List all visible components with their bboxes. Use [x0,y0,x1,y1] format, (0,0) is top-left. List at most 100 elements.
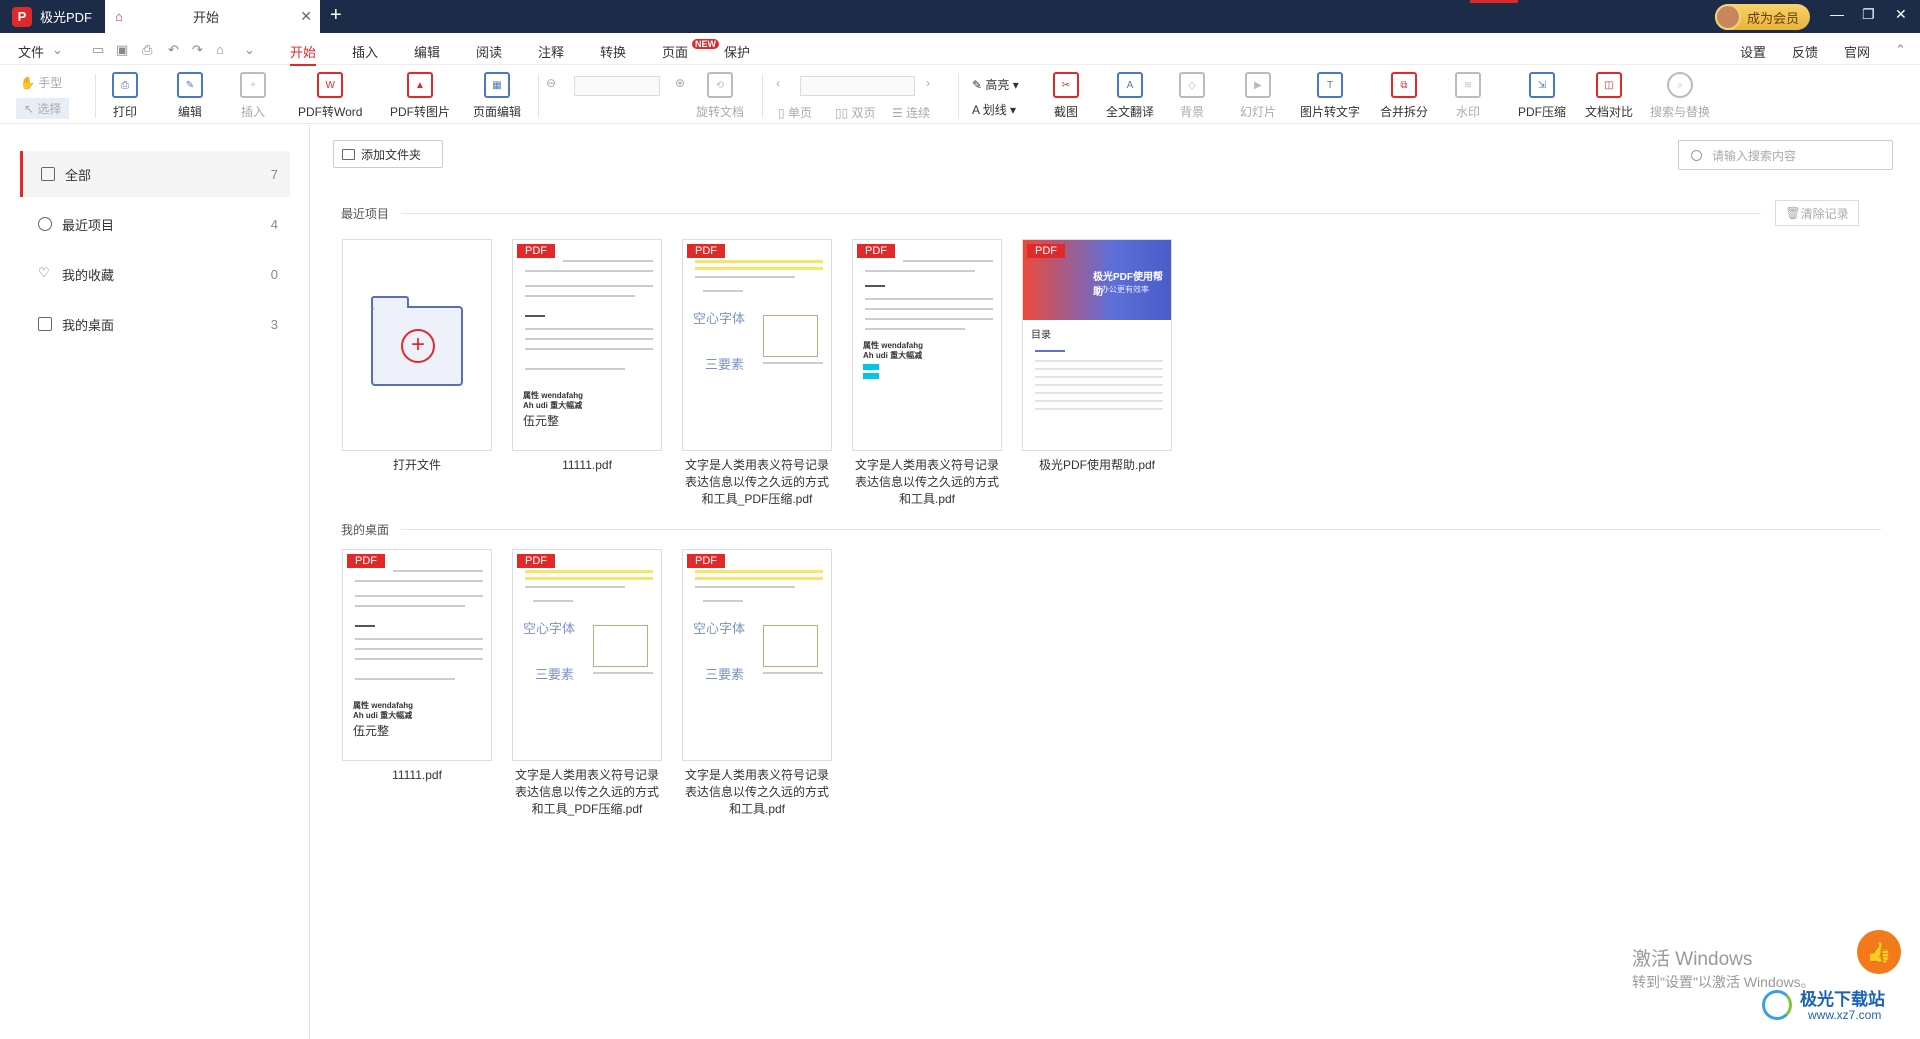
restore-button[interactable]: ❐ [1862,6,1875,23]
next-page-icon[interactable]: › [926,76,930,90]
undo-icon[interactable]: ↶ [168,42,179,58]
more-icon[interactable]: ⌄ [244,42,255,58]
menu-feedback[interactable]: 反馈 [1792,42,1818,61]
add-folder-button[interactable]: 添加文件夹 [333,140,443,168]
menu-file[interactable]: 文件 [18,42,44,61]
menu-tab-insert[interactable]: 插入 [352,42,378,61]
menu-tab-protect[interactable]: 保护 [724,42,750,61]
insert-button[interactable]: + 插入 [240,72,266,120]
home-icon[interactable]: ⌂ [115,9,131,24]
minimize-button[interactable]: — [1830,6,1844,22]
hand-tool[interactable]: ✋ 手型 [20,74,62,91]
thumb-text: 三要素 [535,667,575,682]
merge-split-label: 合并拆分 [1380,105,1429,119]
background-button[interactable]: ◇ 背景 [1179,72,1205,120]
search-input[interactable]: 请输入搜索内容 [1678,140,1893,170]
file-thumbnail: PDF 属性 wendafahg Ah udi 重大幅减 伍元整 [342,549,492,761]
home-quick-icon[interactable]: ⌂ [216,42,224,57]
add-folder-label: 添加文件夹 [361,147,422,162]
clear-history-label: 清除记录 [1800,206,1849,221]
menu-tab-edit[interactable]: 编辑 [414,42,440,61]
file-card[interactable]: PDF 属性 wendafahg Ah udi 重大幅减 伍元整 11111.p… [342,549,492,784]
watermark-button[interactable]: ≋ 水印 [1455,72,1481,120]
section-title-recent: 最近项目 [341,207,390,221]
pdf-tag: PDF [517,244,555,258]
strike-button[interactable]: A 划线 ▾ [972,101,1016,118]
divider [958,74,959,118]
zoom-input[interactable] [574,76,660,96]
sidebar-item-favorites[interactable]: ♡ 我的收藏 0 [20,251,290,297]
file-card[interactable]: PDF 极光PDF使用帮助 让办公更有效率 目录 极光PDF使用帮助.pdf [1022,239,1172,474]
sidebar-item-all[interactable]: 全部 7 [20,151,290,197]
screenshot-button[interactable]: ✂ 截图 [1053,72,1079,120]
merge-split-button[interactable]: ⧉ 合并拆分 [1380,72,1428,120]
rotate-button[interactable]: ⟲ 旋转文档 [696,72,744,120]
continuous-button[interactable]: ☰ 连续 [892,104,930,121]
menu-tab-read[interactable]: 阅读 [476,42,502,61]
menu-settings[interactable]: 设置 [1740,42,1766,61]
thumb-text: 空心字体 [693,621,746,636]
page-number-input[interactable] [800,76,915,96]
save-icon[interactable]: ▣ [116,42,128,58]
section-title-desktop: 我的桌面 [341,523,390,537]
thumb-text: 三要素 [705,667,745,682]
menu-tab-convert[interactable]: 转换 [600,42,626,61]
compare-button[interactable]: ◫ 文档对比 [1585,72,1633,120]
search-replace-button[interactable]: ⌕ 搜索与替换 [1650,72,1710,120]
app-tab[interactable]: P 极光PDF [0,0,105,33]
file-name: 文字是人类用表义符号记录表达信息以传之久远的方式和工具_PDF压缩.pdf [684,458,829,506]
file-card[interactable]: PDF 空心字体 三要素 文字是人类用表义符号记录表达信息以传之久远的方式和工具… [682,239,832,508]
open-icon[interactable]: ▭ [92,42,104,58]
slideshow-button[interactable]: ▶ 幻灯片 [1240,72,1276,120]
edit-button[interactable]: ✎ 编辑 [177,72,203,120]
menu-tab-start[interactable]: 开始 [290,42,317,66]
print-button[interactable]: ⎙ 打印 [112,72,138,120]
search-replace-label: 搜索与替换 [1650,105,1711,119]
pdf-compress-button[interactable]: ⇲ PDF压缩 [1518,72,1566,120]
close-window-button[interactable]: ✕ [1895,6,1907,23]
pdf-to-word-button[interactable]: W PDF转Word [298,72,362,120]
page-edit-button[interactable]: ▦ 页面编辑 [473,72,521,120]
thumbs-up-icon[interactable]: 👍 [1857,930,1901,974]
translate-button[interactable]: A 全文翻译 [1106,72,1154,120]
menu-tab-page[interactable]: 页面 [662,42,688,61]
prev-page-icon[interactable]: ‹ [776,76,780,90]
sidebar-item-count: 3 [270,316,278,332]
pdf-tag: PDF [687,244,725,258]
redo-icon[interactable]: ↷ [192,42,203,58]
title-bar: P 极光PDF ⌂ 开始 ✕ + 成为会员 — ❐ ✕ [0,0,1920,33]
hand-tool-label: 手型 [38,76,63,90]
print-icon[interactable]: ⎙ [142,42,152,58]
sidebar-item-label: 我的收藏 [62,267,115,283]
pdf-to-image-button[interactable]: ▲ PDF转图片 [390,72,450,120]
single-page-button[interactable]: ▯ 单页 [778,104,812,121]
thumb-text: 伍元整 [523,414,560,428]
menu-website[interactable]: 官网 [1844,42,1870,61]
file-card[interactable]: PDF 属性 wendafahg Ah udi 重大幅减 文字是人类用表义符号记… [852,239,1002,508]
insert-label: 插入 [240,105,265,119]
sidebar-item-recent[interactable]: 最近项目 4 [20,201,290,247]
new-tab-button[interactable]: + [330,4,342,27]
file-card[interactable]: PDF 属性 wendafahg Ah udi 重大幅减 伍元整 11111.p… [512,239,662,474]
menu-tab-annotate[interactable]: 注释 [538,42,564,61]
file-card[interactable]: PDF 空心字体 三要素 文字是人类用表义符号记录表达信息以传之久远的方式和工具… [682,549,832,818]
tab-start[interactable]: ⌂ 开始 ✕ [105,0,320,33]
zoom-out-icon[interactable]: ⊖ [546,76,556,90]
zoom-in-icon[interactable]: ⊕ [675,76,685,90]
collapse-ribbon-icon[interactable]: ⌃ [1895,42,1906,58]
close-tab-icon[interactable]: ✕ [300,8,312,25]
become-member-button[interactable]: 成为会员 [1715,4,1810,30]
file-card-open[interactable]: + 打开文件 [342,239,492,474]
double-page-button[interactable]: ▯▯ 双页 [835,104,876,121]
file-card[interactable]: PDF 空心字体 三要素 文字是人类用表义符号记录表达信息以传之久远的方式和工具… [512,549,662,818]
highlight-button[interactable]: ✎ 高亮 ▾ [972,76,1019,93]
clear-history-button[interactable]: 🗑 清除记录 [1775,200,1859,226]
sidebar-item-desktop[interactable]: 我的桌面 3 [20,301,290,347]
chevron-down-icon[interactable]: ⌄ [52,42,63,58]
select-tool[interactable]: ↖ 选择 [16,98,70,119]
image-to-text-button[interactable]: T 图片转文字 [1300,72,1360,120]
thumb-text: 空心字体 [693,311,746,326]
file-name: 11111.pdf [392,768,442,782]
sidebar-item-label: 最近项目 [62,217,115,233]
image-to-text-label: 图片转文字 [1300,105,1361,119]
